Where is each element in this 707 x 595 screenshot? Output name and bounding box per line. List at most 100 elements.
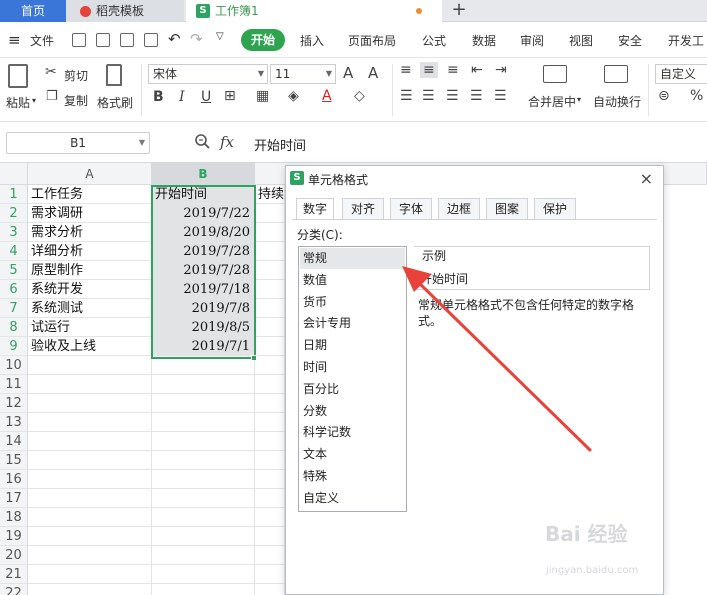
cell-duration[interactable] <box>255 375 285 394</box>
cell-task[interactable]: 原型制作 <box>28 261 152 280</box>
print-preview-icon[interactable] <box>144 33 158 47</box>
cell-duration[interactable] <box>255 223 285 242</box>
cell-start-time[interactable]: 2019/7/1 <box>152 337 255 356</box>
cell-task[interactable]: 系统测试 <box>28 299 152 318</box>
cell-duration[interactable] <box>255 280 285 299</box>
distributed-icon[interactable]: ☰ <box>494 88 507 104</box>
cell-task[interactable] <box>28 356 152 375</box>
fill-color-icon[interactable]: ◈ <box>288 88 299 104</box>
justify-icon[interactable]: ☰ <box>470 88 483 104</box>
category-item[interactable]: 文本 <box>300 444 405 465</box>
font-size-select[interactable]: 11 ▼ <box>270 64 336 84</box>
save-icon[interactable] <box>72 33 86 47</box>
category-item[interactable]: 科学记数 <box>300 422 405 443</box>
column-header-b[interactable]: B <box>152 163 255 185</box>
row-header[interactable]: 7 <box>0 299 28 318</box>
tab-home[interactable]: 首页 <box>0 0 66 22</box>
cell-task[interactable] <box>28 394 152 413</box>
cell-task[interactable] <box>28 489 152 508</box>
menu-data[interactable]: 数据 <box>472 32 496 49</box>
row-header[interactable]: 18 <box>0 508 28 527</box>
cell-task[interactable]: 详细分析 <box>28 242 152 261</box>
fill-handle[interactable] <box>251 355 257 361</box>
cell-duration[interactable] <box>255 546 285 565</box>
align-middle-icon[interactable]: ≡ <box>420 62 438 78</box>
italic-icon[interactable]: I <box>179 89 185 105</box>
row-header[interactable]: 4 <box>0 242 28 261</box>
menu-insert[interactable]: 插入 <box>300 32 324 49</box>
cell-task[interactable] <box>28 413 152 432</box>
cell-task[interactable] <box>28 565 152 584</box>
hamburger-icon[interactable]: ≡ <box>8 31 21 49</box>
tab-font[interactable]: 字体 <box>390 198 432 219</box>
cell-task[interactable]: 验收及上线 <box>28 337 152 356</box>
cell-task[interactable] <box>28 470 152 489</box>
cell-start-time[interactable] <box>152 527 255 546</box>
menu-developer[interactable]: 开发工 <box>668 32 704 49</box>
bold-icon[interactable]: B <box>153 89 164 105</box>
cell-duration[interactable] <box>255 489 285 508</box>
cell-duration[interactable] <box>255 394 285 413</box>
row-header[interactable]: 8 <box>0 318 28 337</box>
tab-alignment[interactable]: 对齐 <box>342 198 384 219</box>
cell-start-time[interactable] <box>152 508 255 527</box>
menu-start[interactable]: 开始 <box>241 29 285 51</box>
row-header[interactable]: 14 <box>0 432 28 451</box>
tab-number[interactable]: 数字 <box>296 198 334 220</box>
quick-access-dropdown-icon[interactable]: ▽ <box>216 31 224 42</box>
category-item[interactable]: 常规 <box>300 248 405 269</box>
cell-duration[interactable] <box>255 413 285 432</box>
cell-start-time[interactable] <box>152 470 255 489</box>
category-item[interactable]: 数值 <box>300 270 405 291</box>
print-icon[interactable] <box>120 33 134 47</box>
tab-border[interactable]: 边框 <box>438 198 480 219</box>
category-item[interactable]: 时间 <box>300 357 405 378</box>
category-item[interactable]: 百分比 <box>300 379 405 400</box>
cell-duration[interactable] <box>255 470 285 489</box>
cell-task[interactable] <box>28 375 152 394</box>
cell-duration[interactable] <box>255 527 285 546</box>
row-header[interactable]: 13 <box>0 413 28 432</box>
menu-security[interactable]: 安全 <box>618 32 642 49</box>
paste-button[interactable]: 粘贴 <box>6 94 30 111</box>
menu-formulas[interactable]: 公式 <box>422 32 446 49</box>
cell-duration[interactable] <box>255 565 285 584</box>
align-top-icon[interactable]: ≡ <box>400 62 412 78</box>
row-header[interactable]: 2 <box>0 204 28 223</box>
decrease-font-icon[interactable]: A <box>368 64 378 82</box>
dialog-title-bar[interactable]: S 单元格格式 × <box>286 166 663 190</box>
cell-duration[interactable]: 持续 <box>255 185 285 204</box>
cell-start-time[interactable] <box>152 489 255 508</box>
cell-duration[interactable] <box>255 318 285 337</box>
name-box[interactable]: B1 ▼ <box>6 132 150 154</box>
border-icon[interactable]: ⊞ <box>224 88 236 104</box>
select-all-corner[interactable] <box>0 163 28 185</box>
row-header[interactable]: 17 <box>0 489 28 508</box>
wrap-text-button[interactable]: 自动换行 <box>593 93 641 110</box>
column-header-a[interactable]: A <box>28 163 152 185</box>
cell-task[interactable] <box>28 546 152 565</box>
cell-start-time[interactable] <box>152 584 255 595</box>
cell-task[interactable] <box>28 432 152 451</box>
category-item[interactable]: 货币 <box>300 292 405 313</box>
cell-duration[interactable] <box>255 432 285 451</box>
row-header[interactable]: 19 <box>0 527 28 546</box>
merge-center-button[interactable]: 合并居中 <box>528 93 576 110</box>
redo-icon[interactable]: ↷ <box>190 30 203 48</box>
format-painter-button[interactable]: 格式刷 <box>97 94 133 111</box>
menu-review[interactable]: 审阅 <box>520 32 544 49</box>
cell-duration[interactable] <box>255 204 285 223</box>
tab-protection[interactable]: 保护 <box>534 198 576 219</box>
cell-duration[interactable] <box>255 299 285 318</box>
tab-workbook[interactable]: S 工作簿1 <box>186 0 442 22</box>
indent-decrease-icon[interactable]: ⇤ <box>471 62 483 78</box>
category-item[interactable]: 分数 <box>300 401 405 422</box>
row-header[interactable]: 11 <box>0 375 28 394</box>
cell-start-time[interactable]: 开始时间 <box>152 185 255 204</box>
cell-start-time[interactable] <box>152 451 255 470</box>
cell-task[interactable]: 工作任务 <box>28 185 152 204</box>
cell-task[interactable] <box>28 584 152 595</box>
tab-docer-templates[interactable]: 稻壳模板 <box>66 0 184 22</box>
cell-start-time[interactable]: 2019/7/8 <box>152 299 255 318</box>
row-header[interactable]: 15 <box>0 451 28 470</box>
